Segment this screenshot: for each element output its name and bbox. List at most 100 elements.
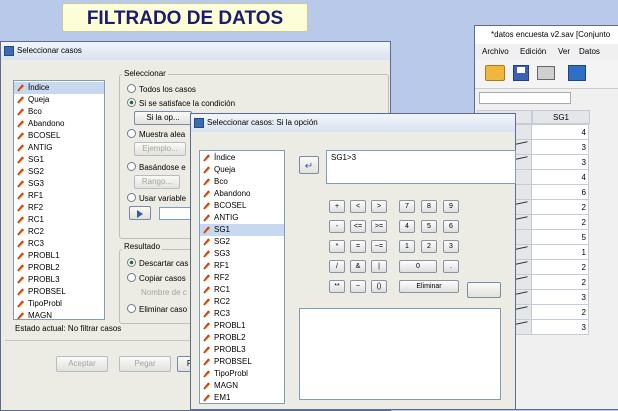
variable-item[interactable]: SG1 — [200, 224, 284, 236]
if-variable-list[interactable]: Índice Queja Bco Abandono BCOSEL ANTIG SG1 SG2 S… — [199, 150, 285, 404]
variable-item[interactable]: SG2 — [200, 236, 284, 248]
keypad-button[interactable]: & — [350, 260, 366, 273]
variable-item[interactable]: RF2 — [200, 272, 284, 284]
keypad-button[interactable]: + — [329, 200, 345, 213]
variable-item[interactable]: RF2 — [14, 202, 104, 214]
keypad-button[interactable]: 1 — [399, 240, 415, 253]
range-button[interactable]: Rango... — [134, 175, 180, 189]
cell-value[interactable]: 4 — [531, 124, 589, 140]
variable-item[interactable]: RF1 — [14, 190, 104, 202]
variable-item[interactable]: MAGN — [200, 380, 284, 392]
save-icon[interactable] — [513, 65, 529, 81]
variable-item[interactable]: BCOSEL — [200, 200, 284, 212]
function-list-box[interactable] — [299, 308, 501, 400]
keypad-button[interactable]: = — [350, 240, 366, 253]
cell-value[interactable]: 3 — [531, 154, 589, 170]
variable-item[interactable]: SG3 — [200, 248, 284, 260]
radio-range[interactable]: Basándose e — [127, 162, 186, 172]
cell-value[interactable]: 2 — [531, 259, 589, 275]
radio-if-condition[interactable]: Si se satisface la condición — [127, 98, 235, 108]
keypad-button[interactable]: ** — [329, 280, 345, 293]
cell-value[interactable]: 3 — [531, 139, 589, 155]
keypad-button[interactable]: Eliminar — [399, 280, 459, 293]
variable-item[interactable]: RC3 — [200, 308, 284, 320]
radio-random-sample[interactable]: Muestra alea — [127, 129, 185, 139]
variable-item[interactable]: PROBSEL — [14, 286, 104, 298]
keypad-button[interactable]: . — [443, 260, 459, 273]
radio-delete[interactable]: Eliminar caso — [127, 304, 187, 314]
variable-item[interactable]: TipoProbl — [200, 368, 284, 380]
insert-variable-button[interactable]: ↵ — [299, 156, 319, 174]
variable-item[interactable]: BCOSEL — [14, 130, 104, 142]
cell-value[interactable]: 2 — [531, 274, 589, 290]
variable-item[interactable]: SG2 — [14, 166, 104, 178]
variable-item[interactable]: RC2 — [14, 226, 104, 238]
cell-value[interactable]: 6 — [531, 184, 589, 200]
keypad-button[interactable]: 6 — [443, 220, 459, 233]
cell-value[interactable]: 2 — [531, 199, 589, 215]
radio-all-cases[interactable]: Todos los casos — [127, 84, 196, 94]
keypad-button[interactable]: 2 — [421, 240, 437, 253]
keypad-button[interactable]: 5 — [421, 220, 437, 233]
variable-item[interactable]: TipoProbl — [14, 298, 104, 310]
variable-item[interactable]: PROBL1 — [14, 250, 104, 262]
variable-item[interactable]: ANTIG — [14, 142, 104, 154]
variable-item[interactable]: EM1 — [200, 392, 284, 403]
cell-value[interactable]: 3 — [531, 289, 589, 305]
variable-item[interactable]: RC1 — [14, 214, 104, 226]
keypad-button[interactable]: <= — [350, 220, 366, 233]
keypad-button[interactable]: () — [371, 280, 387, 293]
variable-item[interactable]: PROBL3 — [200, 344, 284, 356]
variable-item[interactable]: Abandono — [14, 118, 104, 130]
variable-item[interactable]: PROBL3 — [14, 274, 104, 286]
menu-archivo[interactable]: Archivo — [482, 47, 509, 56]
variable-item[interactable]: SG1 — [14, 154, 104, 166]
variable-item[interactable]: SG3 — [14, 178, 104, 190]
radio-copy[interactable]: Copiar casos — [127, 273, 186, 283]
keypad-button[interactable]: > — [371, 200, 387, 213]
partial-side-button[interactable] — [467, 282, 501, 298]
variable-item[interactable]: Índice — [14, 82, 104, 94]
keypad-button[interactable]: 8 — [421, 200, 437, 213]
variable-item[interactable]: PROBSEL — [200, 356, 284, 368]
keypad-button[interactable]: ~= — [371, 240, 387, 253]
variable-item[interactable]: PROBL2 — [200, 332, 284, 344]
keypad-button[interactable]: 9 — [443, 200, 459, 213]
variable-item[interactable]: ANTIG — [200, 212, 284, 224]
variable-item[interactable]: RC2 — [200, 296, 284, 308]
keypad-button[interactable]: * — [329, 240, 345, 253]
if-condition-button[interactable]: Si la op... — [134, 111, 192, 125]
radio-discard[interactable]: Descartar cas — [127, 258, 188, 268]
variable-item[interactable]: PROBL2 — [14, 262, 104, 274]
cell-value[interactable]: 5 — [531, 229, 589, 245]
cell-reference-bar[interactable] — [479, 92, 571, 104]
variable-item[interactable]: Queja — [200, 164, 284, 176]
keypad-button[interactable]: 7 — [399, 200, 415, 213]
keypad-button[interactable]: - — [329, 220, 345, 233]
radio-filter-variable[interactable]: Usar variable — [127, 193, 186, 203]
accept-button[interactable]: Aceptar — [56, 356, 108, 372]
variable-item[interactable]: Queja — [14, 94, 104, 106]
keypad-button[interactable]: | — [371, 260, 387, 273]
keypad-button[interactable]: 3 — [443, 240, 459, 253]
select-cases-variable-list[interactable]: Índice Queja Bco Abandono BCOSEL ANTIG SG1 SG2 S… — [13, 80, 105, 320]
sample-button[interactable]: Ejemplo... — [134, 142, 186, 156]
variable-item[interactable]: Índice — [200, 152, 284, 164]
cell-value[interactable]: 3 — [531, 319, 589, 335]
paste-button[interactable]: Pegar — [119, 356, 171, 372]
variable-item[interactable]: RF1 — [200, 260, 284, 272]
keypad-button[interactable]: / — [329, 260, 345, 273]
cell-value[interactable]: 1 — [531, 244, 589, 260]
keypad-button[interactable]: 0 — [399, 260, 437, 273]
keypad-button[interactable]: >= — [371, 220, 387, 233]
variable-item[interactable]: RC1 — [200, 284, 284, 296]
variable-item[interactable]: RC3 — [14, 238, 104, 250]
menu-datos[interactable]: Datos — [579, 47, 600, 56]
move-arrow-button[interactable] — [129, 206, 151, 220]
keypad-button[interactable]: < — [350, 200, 366, 213]
cell-value[interactable]: 4 — [531, 169, 589, 185]
variable-item[interactable]: Abandono — [200, 188, 284, 200]
variable-view-icon[interactable] — [568, 65, 586, 81]
cell-value[interactable]: 2 — [531, 214, 589, 230]
cell-value[interactable]: 2 — [531, 304, 589, 320]
